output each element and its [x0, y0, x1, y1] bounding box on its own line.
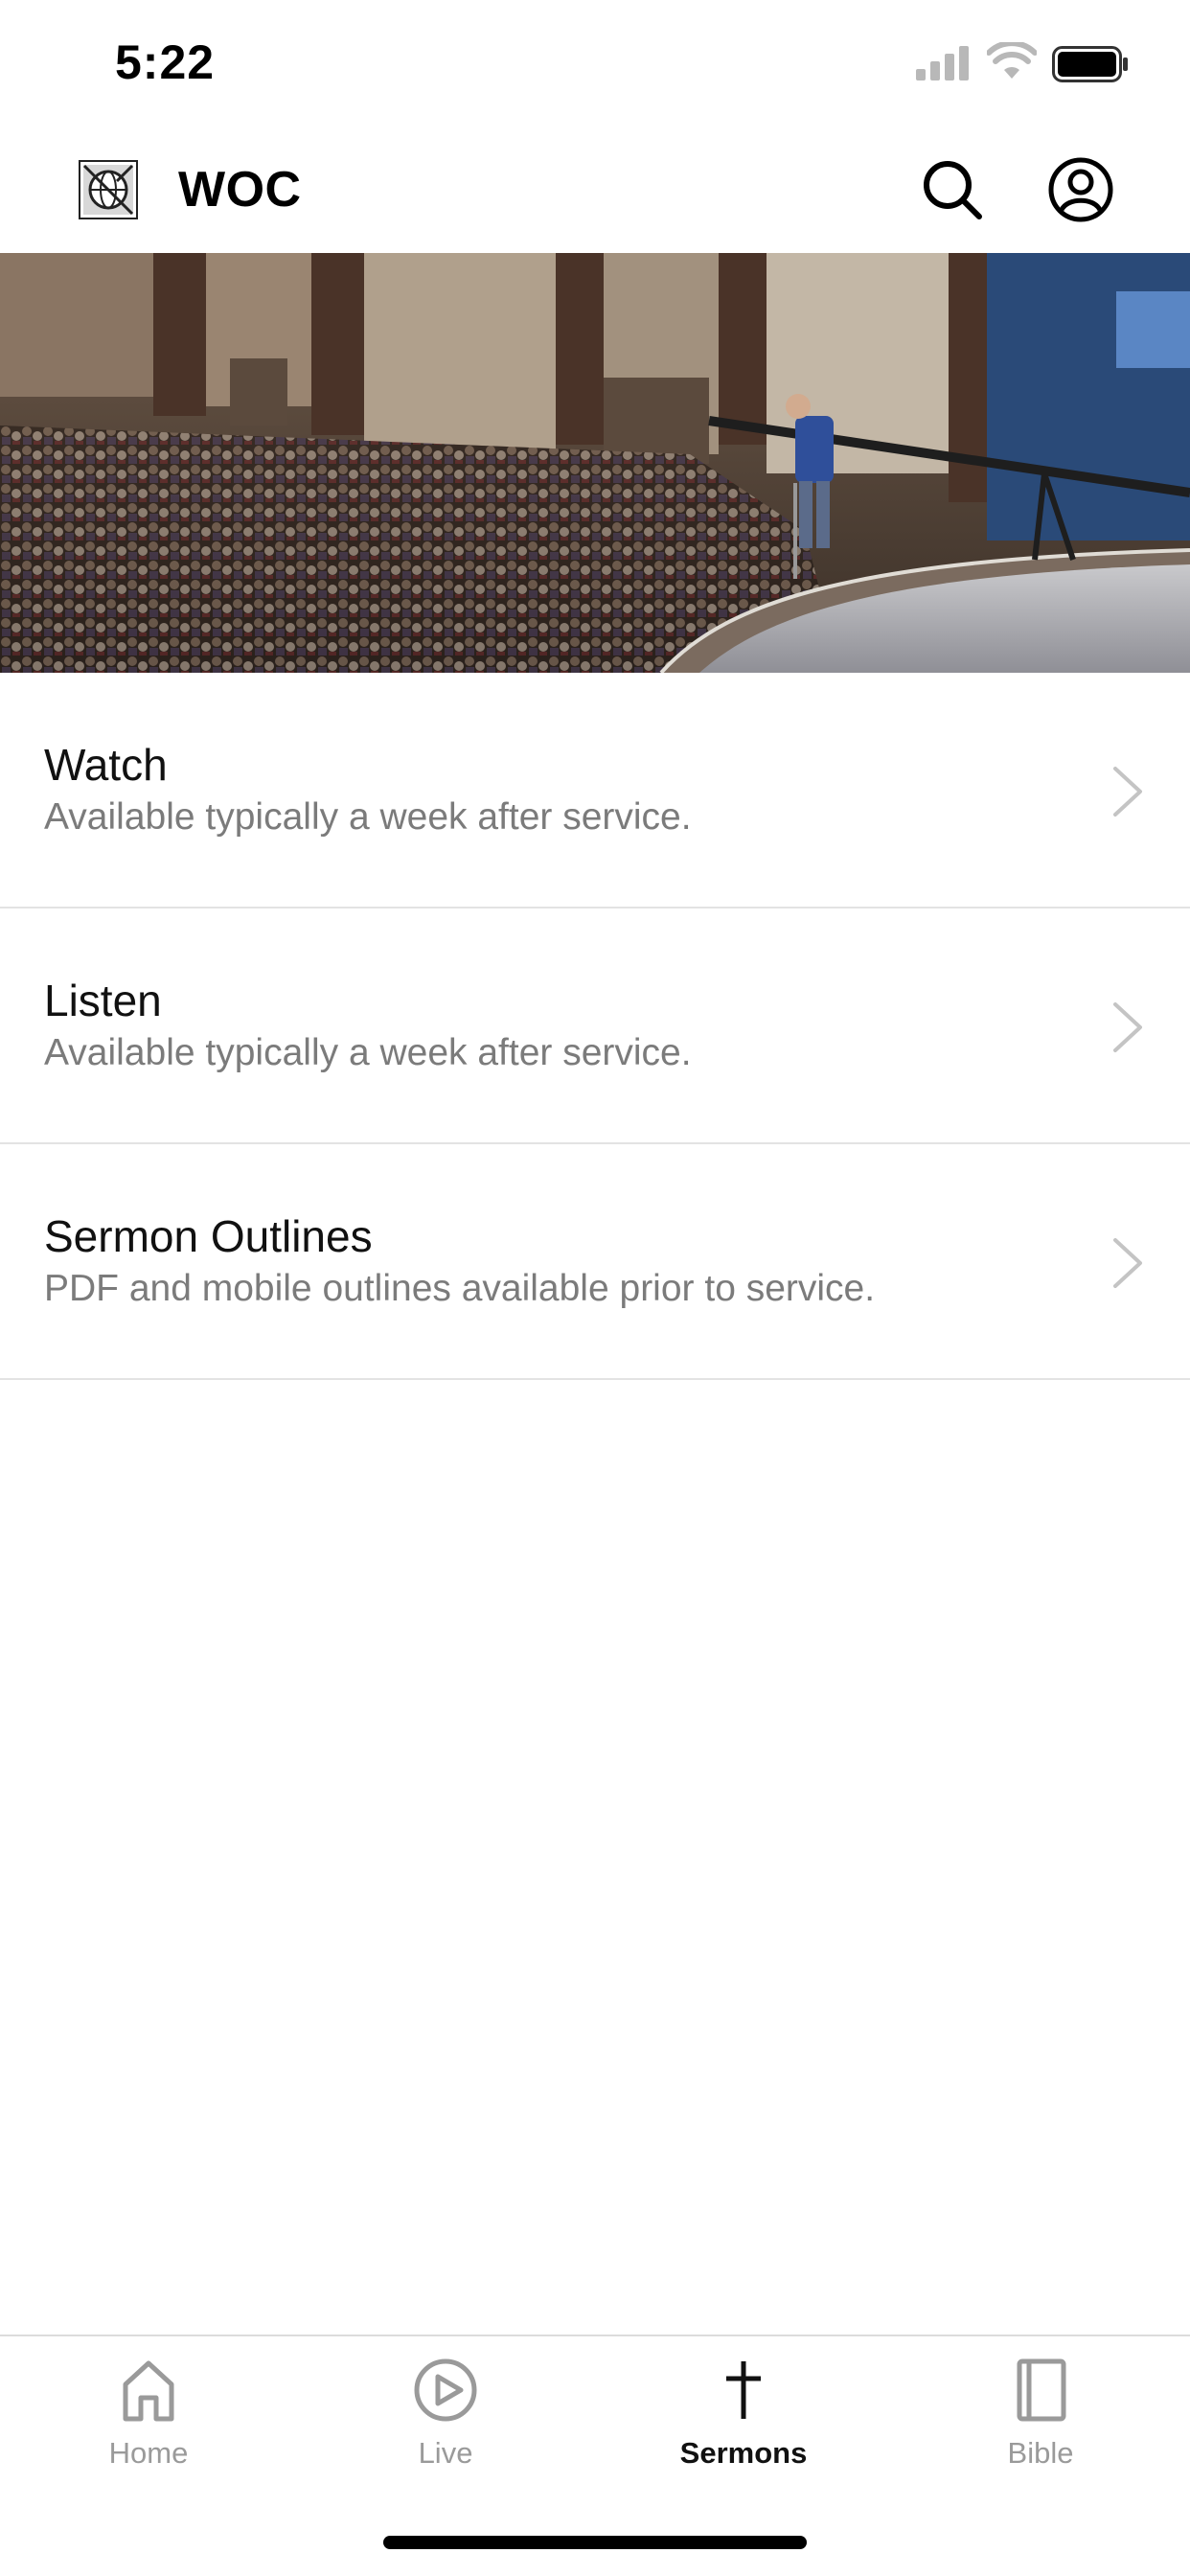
- list-item-listen[interactable]: Listen Available typically a week after …: [0, 908, 1190, 1144]
- list-item-sermon-outlines[interactable]: Sermon Outlines PDF and mobile outlines …: [0, 1144, 1190, 1380]
- chevron-right-icon: [1113, 767, 1142, 816]
- hero-image: [0, 253, 1190, 673]
- tab-label: Live: [418, 2436, 473, 2470]
- app-header: WOC: [0, 126, 1190, 253]
- sermon-menu-list: Watch Available typically a week after s…: [0, 673, 1190, 1380]
- app-title: WOC: [178, 162, 302, 218]
- tab-home[interactable]: Home: [0, 2356, 297, 2499]
- cross-icon: [726, 2361, 761, 2419]
- list-item-title: Watch: [44, 740, 168, 790]
- list-item-subtitle: Available typically a week after service…: [44, 796, 692, 838]
- book-icon: [1017, 2358, 1066, 2422]
- status-bar: 5:22: [0, 0, 1190, 126]
- tab-label: Sermons: [679, 2436, 808, 2470]
- search-icon[interactable]: [918, 155, 987, 224]
- wifi-icon: [987, 42, 1037, 79]
- tab-sermons[interactable]: Sermons: [595, 2356, 892, 2499]
- globe-logo-icon[interactable]: [79, 160, 138, 219]
- home-icon: [123, 2360, 174, 2422]
- tab-live[interactable]: Live: [297, 2356, 594, 2499]
- sanctuary-photo: [0, 253, 1190, 673]
- list-item-subtitle: PDF and mobile outlines available prior …: [44, 1268, 876, 1309]
- battery-icon: [1052, 46, 1128, 82]
- status-time: 5:22: [115, 35, 216, 89]
- list-item-subtitle: Available typically a week after service…: [44, 1032, 692, 1073]
- list-item-title: Listen: [44, 976, 162, 1025]
- tab-label: Bible: [1007, 2436, 1074, 2470]
- chevron-right-icon: [1113, 1238, 1142, 1288]
- tab-label: Home: [108, 2436, 189, 2470]
- cellular-signal-icon: [916, 46, 969, 80]
- home-indicator: [383, 2536, 807, 2549]
- account-icon[interactable]: [1046, 155, 1115, 224]
- list-item-watch[interactable]: Watch Available typically a week after s…: [0, 673, 1190, 908]
- chevron-right-icon: [1113, 1002, 1142, 1052]
- list-item-title: Sermon Outlines: [44, 1211, 373, 1261]
- play-circle-icon: [414, 2358, 477, 2422]
- tab-bible[interactable]: Bible: [892, 2356, 1189, 2499]
